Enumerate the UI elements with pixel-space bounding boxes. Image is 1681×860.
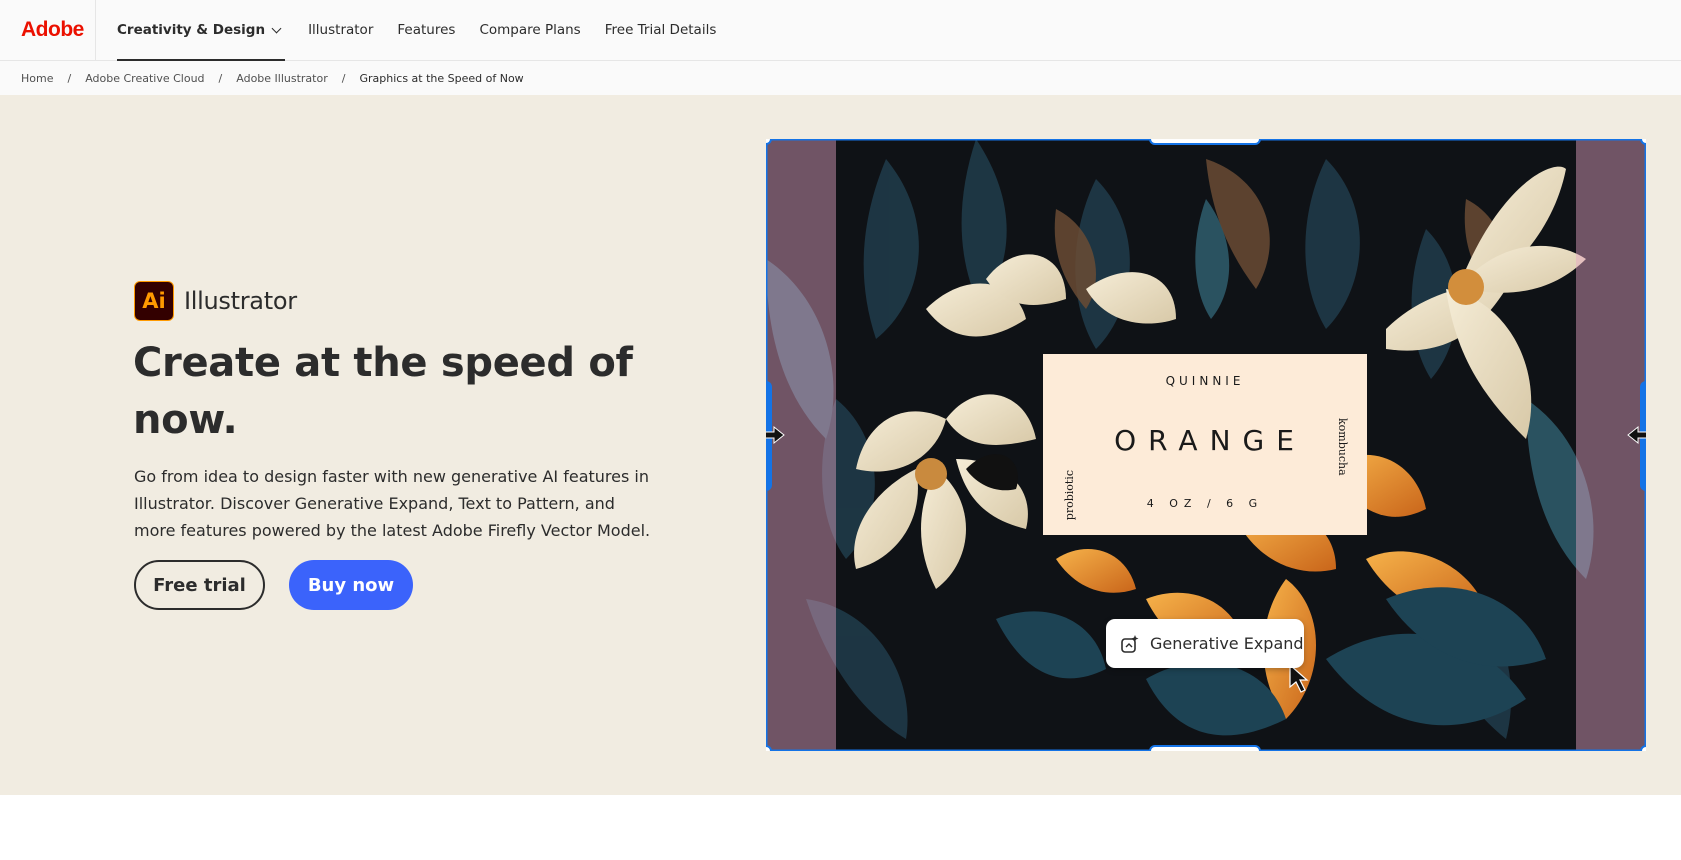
label-right-vertical: kombucha (1336, 418, 1365, 478)
free-trial-button[interactable]: Free trial (134, 560, 265, 610)
app-badge-text: Ai (142, 289, 166, 313)
logo-container: Adobe (0, 0, 96, 61)
hero-artwork: QUINNIE ORANGE 4 OZ / 6 G probiotic komb… (766, 139, 1646, 751)
hero-headline: Create at the speed of now. (133, 340, 633, 443)
label-flavor: ORANGE (1114, 424, 1306, 457)
breadcrumb-separator: / (218, 71, 223, 85)
nav-item-compare-plans[interactable]: Compare Plans (479, 0, 580, 61)
nav-item-free-trial-details[interactable]: Free Trial Details (605, 0, 717, 61)
nav-items: Creativity & Design Illustrator Features… (117, 0, 740, 61)
label-right-text: kombucha (1336, 418, 1349, 476)
nav-item-illustrator[interactable]: Illustrator (308, 0, 373, 61)
generative-expand-button[interactable]: Generative Expand (1106, 619, 1304, 668)
breadcrumb-home[interactable]: Home (21, 72, 53, 85)
breadcrumb-illustrator[interactable]: Adobe Illustrator (236, 72, 328, 85)
breadcrumb-separator: / (341, 71, 346, 85)
label-brand: QUINNIE (1165, 374, 1245, 388)
hero-body: Go from idea to design faster with new g… (134, 467, 651, 540)
label-left-text: probiotic (1063, 470, 1076, 521)
breadcrumb-separator: / (67, 71, 72, 85)
adobe-logo[interactable]: Adobe (21, 18, 84, 42)
buy-now-button[interactable]: Buy now (289, 560, 413, 610)
top-nav: Adobe Creativity & Design Illustrator Fe… (0, 0, 1681, 61)
hero-section: Ai Illustrator Create at the speed of no… (0, 95, 1681, 795)
product-label: QUINNIE ORANGE 4 OZ / 6 G probiotic komb… (1043, 354, 1367, 535)
generative-expand-label: Generative Expand (1150, 634, 1304, 653)
product-row: Ai Illustrator (134, 281, 297, 321)
breadcrumb-creative-cloud[interactable]: Adobe Creative Cloud (85, 72, 204, 85)
nav-item-creativity-design[interactable]: Creativity & Design (117, 0, 286, 61)
illustrator-app-icon: Ai (134, 281, 174, 321)
nav-item-label: Creativity & Design (117, 22, 266, 38)
breadcrumb: Home / Adobe Creative Cloud / Adobe Illu… (0, 61, 1681, 95)
chevron-down-icon (271, 23, 282, 33)
label-size: 4 OZ / 6 G (1146, 497, 1264, 510)
nav-item-features[interactable]: Features (397, 0, 455, 61)
product-name: Illustrator (184, 287, 297, 315)
breadcrumb-current: Graphics at the Speed of Now (359, 71, 524, 85)
generative-expand-icon (1121, 634, 1139, 653)
label-left-vertical: probiotic (1049, 470, 1076, 530)
